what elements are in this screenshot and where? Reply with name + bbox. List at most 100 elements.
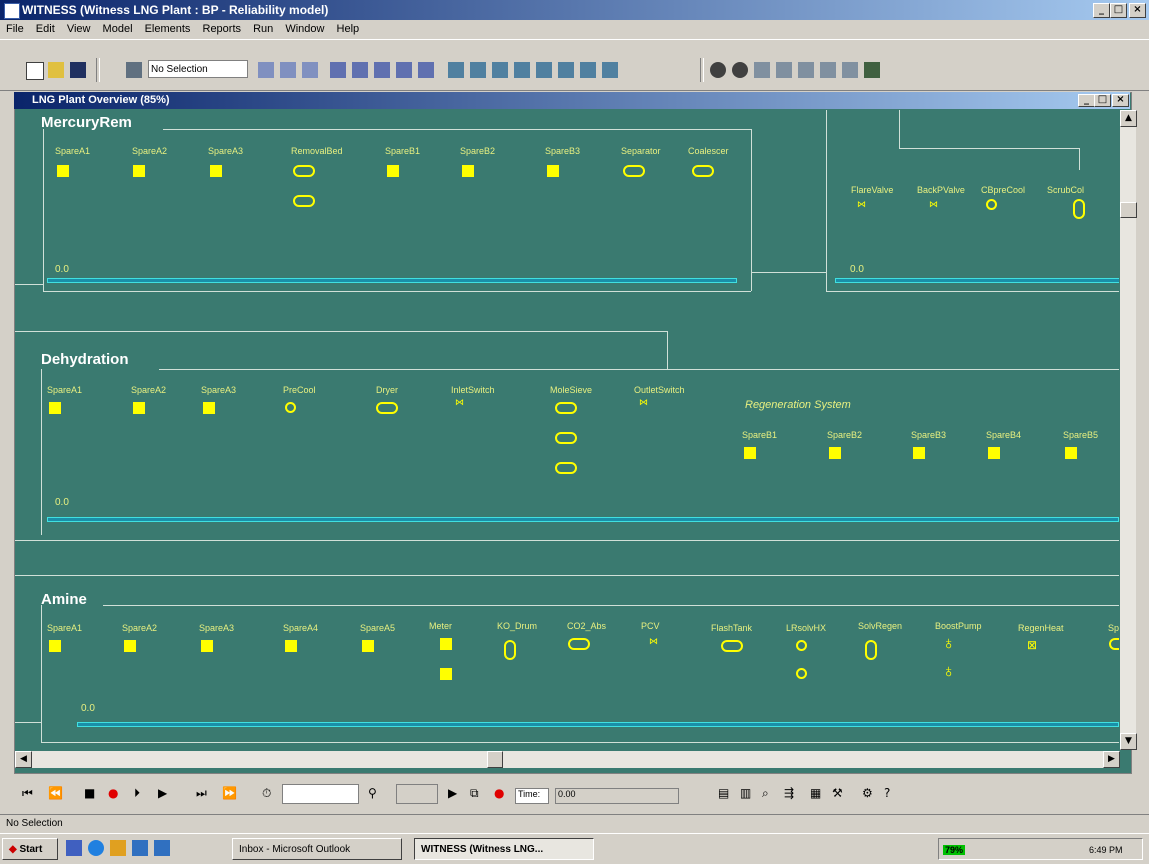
child-maximize-button[interactable]: □	[1094, 94, 1111, 107]
vertical-scrollbar[interactable]: ▲ ▼	[1120, 110, 1137, 750]
start-button[interactable]: ◆ Start	[2, 838, 58, 860]
spare-machine[interactable]	[124, 640, 136, 652]
fit-icon[interactable]	[754, 62, 770, 78]
shift-tool-icon[interactable]	[558, 62, 574, 78]
taskbar-witness[interactable]: WITNESS (Witness LNG...	[414, 838, 594, 860]
solvent-regen-vessel[interactable]	[865, 640, 877, 660]
align-icon[interactable]	[842, 62, 858, 78]
spare-machine[interactable]	[362, 640, 374, 652]
menu-run[interactable]: Run	[253, 23, 273, 35]
app-icon[interactable]	[154, 840, 170, 856]
minimize-button[interactable]: _	[1093, 3, 1110, 18]
close-button[interactable]: ×	[1129, 3, 1146, 18]
walk-icon[interactable]: ⚲	[368, 786, 377, 800]
spare-machine[interactable]	[49, 640, 61, 652]
flow-icon[interactable]: ⇶	[784, 786, 794, 800]
search-icon[interactable]: ⌕	[762, 786, 769, 801]
menu-model[interactable]: Model	[103, 23, 133, 35]
child-minimize-button[interactable]: _	[1078, 94, 1095, 107]
spare-machine[interactable]	[387, 165, 399, 177]
spare-machine[interactable]	[57, 165, 69, 177]
scroll-up-icon[interactable]: ▲	[1120, 110, 1137, 127]
spare-machine[interactable]	[462, 165, 474, 177]
scroll-left-icon[interactable]: ◀	[15, 751, 32, 768]
machine-tool-icon[interactable]	[302, 62, 318, 78]
desktop-icon[interactable]	[66, 840, 82, 856]
heat-exchanger-icon[interactable]	[796, 640, 807, 651]
track-tool-icon[interactable]	[418, 62, 434, 78]
menu-elements[interactable]: Elements	[145, 23, 191, 35]
battery-indicator[interactable]: 79%	[943, 845, 966, 855]
precool-icon[interactable]	[285, 402, 296, 413]
selection-combo[interactable]: No Selection	[148, 60, 248, 78]
breakpoint-icon[interactable]: ●	[494, 786, 504, 800]
tank-tool-icon[interactable]	[514, 62, 530, 78]
batch-icon[interactable]: ⧉	[470, 786, 479, 801]
pump-icon[interactable]: ♁	[942, 662, 956, 680]
pipe-tool-icon[interactable]	[470, 62, 486, 78]
meter-machine[interactable]	[440, 638, 452, 650]
step-back-icon[interactable]: ⏪	[48, 786, 63, 800]
valve-icon[interactable]: ⋈	[857, 199, 866, 210]
spare-machine[interactable]	[201, 640, 213, 652]
menu-edit[interactable]: Edit	[36, 23, 55, 35]
maximize-button[interactable]: □	[1110, 3, 1127, 18]
clock[interactable]: 6:49 PM	[1089, 839, 1123, 861]
path-tool-icon[interactable]	[374, 62, 390, 78]
up-layer-icon[interactable]	[776, 62, 792, 78]
heater-icon[interactable]: ⊠	[1027, 638, 1037, 652]
ko-drum-vessel[interactable]	[504, 640, 516, 660]
vehicle-tool-icon[interactable]	[396, 62, 412, 78]
variable-tool-icon[interactable]	[580, 62, 596, 78]
model-canvas[interactable]: MercuryRem SpareA1 SpareA2 SpareA3 Remov…	[15, 110, 1119, 750]
new-file-icon[interactable]	[26, 62, 44, 80]
menu-help[interactable]: Help	[337, 23, 360, 35]
run-icon[interactable]: ▶	[158, 786, 167, 800]
scrub-column-vessel[interactable]	[1073, 199, 1085, 219]
spare-machine[interactable]	[547, 165, 559, 177]
attribute-tool-icon[interactable]	[602, 62, 618, 78]
co2-absorber-vessel[interactable]	[568, 638, 590, 650]
spare-machine[interactable]	[913, 447, 925, 459]
meter-machine[interactable]	[440, 668, 452, 680]
rewind-icon[interactable]: ⏮	[22, 786, 33, 801]
mole-sieve-vessel[interactable]	[555, 462, 577, 474]
spare-machine[interactable]	[1065, 447, 1077, 459]
horizontal-scroll-thumb[interactable]	[487, 751, 503, 768]
statistics-icon[interactable]: ▥	[740, 786, 751, 800]
switch-valve-icon[interactable]: ⋈	[639, 397, 648, 408]
pump-icon[interactable]: ♁	[942, 634, 956, 652]
menu-window[interactable]: Window	[285, 23, 324, 35]
menu-reports[interactable]: Reports	[203, 23, 242, 35]
run-to-icon[interactable]: ⏭	[196, 786, 207, 801]
report-icon[interactable]: ▤	[718, 786, 729, 800]
spare-machine[interactable]	[210, 165, 222, 177]
removal-bed-vessel[interactable]	[293, 165, 315, 177]
taskbar-outlook[interactable]: Inbox - Microsoft Outlook	[232, 838, 402, 860]
open-folder-icon[interactable]	[48, 62, 64, 78]
spare-machine[interactable]	[829, 447, 841, 459]
help-icon[interactable]: ?	[884, 786, 890, 800]
zoom-out-icon[interactable]	[732, 62, 748, 78]
document-icon[interactable]: ▦	[810, 786, 821, 800]
down-layer-icon[interactable]	[798, 62, 814, 78]
select-icon[interactable]	[126, 62, 142, 78]
scroll-down-icon[interactable]: ▼	[1120, 733, 1137, 750]
folder-icon[interactable]	[110, 840, 126, 856]
stop-icon[interactable]: ■	[84, 786, 95, 800]
group-icon[interactable]	[864, 62, 880, 78]
removal-bed-vessel[interactable]	[293, 195, 315, 207]
separator-vessel[interactable]	[623, 165, 645, 177]
zoom-in-icon[interactable]	[710, 62, 726, 78]
valve-icon[interactable]: ⋈	[929, 199, 938, 210]
labor-tool-icon[interactable]	[352, 62, 368, 78]
save-icon[interactable]	[70, 62, 86, 78]
fast-run-icon[interactable]: ⏩	[222, 786, 237, 800]
mole-sieve-vessel[interactable]	[555, 432, 577, 444]
processor-tool-icon[interactable]	[492, 62, 508, 78]
spare-machine[interactable]	[285, 640, 297, 652]
scroll-right-icon[interactable]: ▶	[1103, 751, 1120, 768]
run-until-input[interactable]	[282, 784, 359, 804]
child-close-button[interactable]: ×	[1112, 94, 1129, 107]
vessel[interactable]	[1109, 638, 1119, 650]
